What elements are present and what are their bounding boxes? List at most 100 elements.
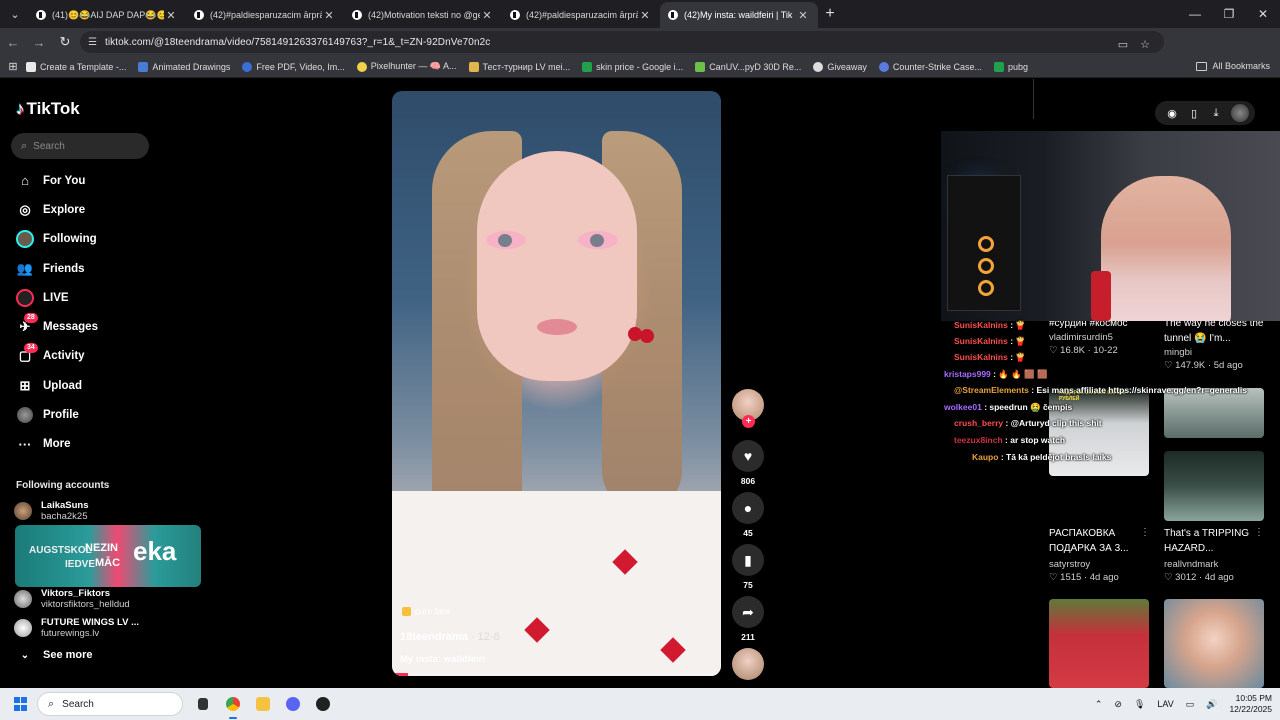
bookmark-label: CanUV...pyD 30D Re... xyxy=(709,61,802,72)
bookmark[interactable]: Create a Template -... xyxy=(26,61,127,72)
following-account[interactable]: LaikaSuns bacha2k25 xyxy=(14,500,89,522)
video-card-title[interactable]: That's a TRIPPING HAZARD... xyxy=(1164,526,1269,556)
see-more-button[interactable]: ⌄ See more xyxy=(16,649,93,661)
chat-text: : Tā kā peldējot brasls laiks xyxy=(1000,452,1112,462)
following-account[interactable]: FUTURE WINGS LV ... futurewings.lv xyxy=(14,617,139,639)
video-card-user[interactable]: mingbi xyxy=(1164,347,1192,358)
bookmark[interactable]: Counter-Strike Case... xyxy=(878,61,982,72)
nav-profile[interactable]: Profile xyxy=(16,400,98,429)
forward-icon[interactable]: → xyxy=(26,29,52,55)
pc-fan xyxy=(978,280,994,296)
bookmark[interactable]: Giveaway xyxy=(813,61,867,72)
discord-icon[interactable] xyxy=(280,694,306,714)
back-icon[interactable]: ← xyxy=(0,29,26,55)
taskbar-search[interactable]: ⌕ Search xyxy=(37,692,183,716)
video-thumbnail[interactable] xyxy=(1164,388,1264,438)
browser-tab[interactable]: (41)😊😂AIJ DAP DAP😂😊 ( ✕ xyxy=(28,2,186,28)
nav-explore[interactable]: ◎ Explore xyxy=(16,195,98,224)
nav-following[interactable]: Following xyxy=(16,225,98,254)
video-frame-cherry-earring xyxy=(628,327,642,341)
microphone-icon[interactable]: 🎙 xyxy=(1134,699,1145,710)
video-player[interactable]: pure face 18teendrama · 12-8 My insta: w… xyxy=(392,91,721,676)
tab-close-icon[interactable]: ✕ xyxy=(164,9,178,22)
video-card-user[interactable]: reallvndmark xyxy=(1164,559,1218,570)
nav-friends[interactable]: 👥 Friends xyxy=(16,254,98,283)
coin-icon[interactable]: ◉ xyxy=(1161,107,1183,120)
video-progress-bar[interactable] xyxy=(392,673,721,676)
share-count: 211 xyxy=(741,632,755,642)
device-icon[interactable]: ▯ xyxy=(1183,107,1205,120)
cast-icon[interactable]: ▭ xyxy=(1112,34,1134,54)
browser-tab[interactable]: (42)#paldiesparuzacim ārprāts ( ✕ xyxy=(186,2,344,28)
browser-tab-active[interactable]: (42)My insta: waildfeiri | Tik ✕ xyxy=(660,2,818,28)
omnibox[interactable]: ☰ tiktok.com/@18teendrama/video/75814912… xyxy=(80,31,1164,53)
nav-more[interactable]: ··· More xyxy=(16,430,98,459)
video-effect-tag[interactable]: pure face xyxy=(402,606,450,616)
comment-button[interactable]: ● xyxy=(732,492,764,524)
bookmark[interactable]: Animated Drawings xyxy=(138,61,230,72)
nav-live[interactable]: LIVE xyxy=(16,283,98,312)
tab-search-icon[interactable]: ⌄ xyxy=(2,3,28,25)
chrome-icon[interactable] xyxy=(220,694,246,719)
bookmark[interactable]: pubg xyxy=(993,61,1028,72)
sound-avatar[interactable] xyxy=(732,648,764,680)
video-thumbnail[interactable] xyxy=(1164,599,1264,688)
like-button[interactable]: ♥ xyxy=(732,440,764,472)
video-thumbnail[interactable] xyxy=(1049,599,1149,688)
chevron-down-icon: ⌄ xyxy=(20,649,30,661)
all-bookmarks[interactable]: All Bookmarks xyxy=(1196,61,1270,71)
network-off-icon[interactable]: ⊘ xyxy=(1114,699,1122,710)
tiktok-logo[interactable]: ♪ TikTok xyxy=(16,99,80,119)
account-name: FUTURE WINGS LV ... xyxy=(41,617,139,628)
bookmark-star-icon[interactable]: ☆ xyxy=(1134,34,1156,54)
video-author[interactable]: 18teendrama · 12-8 xyxy=(400,631,500,643)
display-icon[interactable]: ▭ xyxy=(1186,699,1195,710)
tab-close-icon[interactable]: ✕ xyxy=(322,9,336,22)
site-info-icon[interactable]: ☰ xyxy=(88,37,97,48)
follow-plus-icon[interactable]: + xyxy=(742,415,755,428)
video-card-user[interactable]: vladimirsurdin5 xyxy=(1049,332,1113,343)
share-button[interactable]: ➦ xyxy=(732,596,764,628)
apps-grid-icon[interactable]: ⊞ xyxy=(0,60,26,73)
browser-tab[interactable]: (42)Motivation teksti no @gen ✕ xyxy=(344,2,502,28)
obs-icon[interactable] xyxy=(310,694,336,714)
bookmark[interactable]: Тест-турнир LV mei... xyxy=(468,61,570,72)
download-icon[interactable]: ⤓ xyxy=(1205,107,1227,120)
restore-icon[interactable]: ❐ xyxy=(1212,0,1246,28)
tray-overflow-icon[interactable]: ⌃ xyxy=(1095,699,1103,710)
new-tab-button[interactable]: + xyxy=(818,5,842,23)
windows-start-icon[interactable] xyxy=(14,697,28,711)
nav-for-you[interactable]: ⌂ For You xyxy=(16,166,98,195)
nav-messages[interactable]: ✈ 28 Messages xyxy=(16,312,98,341)
search-input[interactable] xyxy=(33,140,134,152)
bookmark[interactable]: Free PDF, Video, Im... xyxy=(242,61,345,72)
language-indicator[interactable]: LAV xyxy=(1157,699,1173,709)
bookmark[interactable]: skin price - Google i... xyxy=(582,61,683,72)
video-card-user[interactable]: satyrstroy xyxy=(1049,559,1090,570)
close-window-icon[interactable]: ✕ xyxy=(1246,0,1280,28)
task-view-icon[interactable] xyxy=(190,694,216,714)
tiktok-favicon-icon xyxy=(194,10,204,20)
tab-close-icon[interactable]: ✕ xyxy=(638,9,652,22)
clock[interactable]: 10:05 PM 12/22/2025 xyxy=(1229,693,1272,715)
save-button[interactable]: ▮ xyxy=(732,544,764,576)
tiktok-page: ♪ TikTok ⌕ ⌂ For You ◎ Explore Following 👥… xyxy=(0,79,1280,688)
video-card-title[interactable]: РАСПАКОВКА ПОДАРКА ЗА 3... xyxy=(1049,526,1154,556)
file-explorer-icon[interactable] xyxy=(250,694,276,714)
following-account[interactable]: Viktors_Fiktors viktorsfiktors_helldud xyxy=(14,588,130,610)
nav-activity[interactable]: ▢ 34 Activity xyxy=(16,342,98,371)
search-box[interactable]: ⌕ xyxy=(11,133,149,159)
reload-icon[interactable]: ↻ xyxy=(52,29,78,55)
video-thumbnail[interactable] xyxy=(1164,451,1264,521)
bookmark[interactable]: Pixelhunter — 🧠 A... xyxy=(356,61,457,72)
tab-close-icon[interactable]: ✕ xyxy=(480,9,494,22)
url-text[interactable]: tiktok.com/@18teendrama/video/7581491263… xyxy=(105,37,490,48)
bookmark[interactable]: CanUV...pyD 30D Re... xyxy=(695,61,802,72)
minimize-icon[interactable]: — xyxy=(1178,0,1212,28)
volume-icon[interactable]: 🔊 xyxy=(1206,699,1217,710)
nav-upload[interactable]: ⊞ Upload xyxy=(16,371,98,400)
browser-tab[interactable]: (42)#paldiesparuzacim ārprāts ( ✕ xyxy=(502,2,660,28)
tab-close-icon[interactable]: ✕ xyxy=(796,9,810,22)
user-avatar[interactable] xyxy=(1231,104,1249,122)
bookmark-label: Create a Template -... xyxy=(40,61,127,72)
